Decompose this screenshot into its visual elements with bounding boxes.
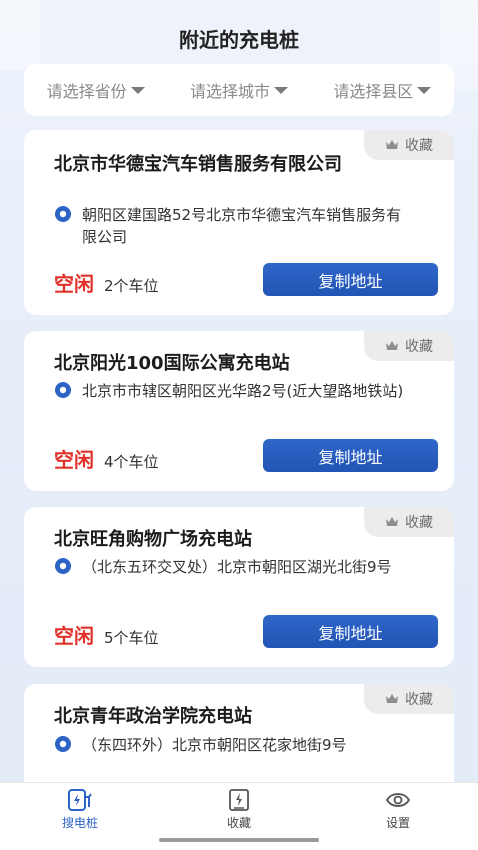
- station-name: 北京市华德宝汽车销售服务有限公司: [54, 154, 342, 175]
- availability: 空闲 2个车位: [54, 268, 159, 297]
- district-select[interactable]: 请选择县区: [333, 78, 432, 102]
- page-title: 附近的充电桩: [179, 28, 299, 52]
- province-select-label: 请选择省份: [46, 82, 127, 101]
- station-address: 北京市市辖区朝阳区光华路2号(近大望路地铁站): [82, 382, 404, 400]
- station-address-row: 朝阳区建国路52号北京市华德宝汽车销售服务有限公司: [54, 204, 414, 248]
- station-card: 收藏 北京阳光100国际公寓充电站 北京市市辖区朝阳区光华路2号(近大望路地铁站…: [24, 331, 454, 491]
- station-address: 朝阳区建国路52号北京市华德宝汽车销售服务有限公司: [82, 206, 402, 246]
- spots-count: 5个车位: [104, 629, 159, 647]
- favorite-label: 收藏: [405, 692, 433, 708]
- favorite-button[interactable]: 收藏: [364, 684, 454, 714]
- station-card: 收藏 北京旺角购物广场充电站 （北东五环交叉处）北京市朝阳区湖光北街9号 空闲 …: [24, 507, 454, 667]
- location-pin-icon: [55, 206, 71, 222]
- favorite-label: 收藏: [405, 138, 433, 154]
- availability: 空闲 5个车位: [54, 620, 159, 649]
- city-select[interactable]: 请选择城市: [190, 78, 288, 102]
- copy-address-button[interactable]: 复制地址: [263, 263, 438, 296]
- station-address-row: （东四环外）北京市朝阳区花家地街9号: [54, 734, 414, 756]
- crown-icon: [386, 341, 398, 350]
- city-select-label: 请选择城市: [189, 82, 270, 101]
- station-name: 北京青年政治学院充电站: [54, 706, 252, 727]
- spots-count: 4个车位: [104, 453, 159, 471]
- tab-label: 设置: [385, 816, 410, 830]
- favorite-label: 收藏: [405, 515, 433, 531]
- caret-down-icon: [417, 86, 432, 94]
- station-name: 北京旺角购物广场充电站: [54, 529, 252, 550]
- crown-icon: [386, 694, 398, 703]
- home-indicator: [159, 838, 319, 842]
- status-label: 空闲: [54, 448, 94, 472]
- favorite-icon: [229, 789, 249, 811]
- favorite-button[interactable]: 收藏: [364, 331, 454, 361]
- tab-search-charger[interactable]: 搜电桩: [30, 789, 130, 831]
- station-name: 北京阳光100国际公寓充电站: [54, 353, 290, 374]
- eye-icon: [385, 793, 411, 807]
- station-card: 收藏 北京市华德宝汽车销售服务有限公司 朝阳区建国路52号北京市华德宝汽车销售服…: [24, 130, 454, 315]
- copy-address-button[interactable]: 复制地址: [263, 439, 438, 472]
- charger-icon: [68, 789, 92, 811]
- crown-icon: [386, 140, 398, 149]
- location-pin-icon: [55, 558, 71, 574]
- location-pin-icon: [55, 736, 71, 752]
- tab-favorites[interactable]: 收藏: [189, 789, 289, 831]
- region-filter-bar: 请选择省份 请选择城市 请选择县区: [24, 64, 454, 116]
- province-select[interactable]: 请选择省份: [47, 78, 145, 102]
- availability: 空闲 4个车位: [54, 444, 159, 473]
- district-select-label: 请选择县区: [333, 82, 414, 101]
- crown-icon: [386, 517, 398, 526]
- tab-label: 搜电桩: [61, 816, 98, 830]
- status-label: 空闲: [54, 624, 94, 648]
- station-address: （东四环外）北京市朝阳区花家地街9号: [82, 736, 347, 754]
- caret-down-icon: [130, 86, 145, 94]
- copy-address-button[interactable]: 复制地址: [263, 615, 438, 648]
- tab-label: 收藏: [226, 816, 251, 830]
- location-pin-icon: [55, 382, 71, 398]
- favorite-label: 收藏: [405, 339, 433, 355]
- favorite-button[interactable]: 收藏: [364, 130, 454, 160]
- station-address: （北东五环交叉处）北京市朝阳区湖光北街9号: [82, 558, 392, 576]
- favorite-button[interactable]: 收藏: [364, 507, 454, 537]
- status-label: 空闲: [54, 272, 94, 296]
- tab-settings[interactable]: 设置: [348, 789, 448, 831]
- spots-count: 2个车位: [104, 277, 159, 295]
- station-address-row: 北京市市辖区朝阳区光华路2号(近大望路地铁站): [54, 380, 414, 402]
- caret-down-icon: [274, 86, 288, 94]
- station-card: 收藏 北京青年政治学院充电站 （东四环外）北京市朝阳区花家地街9号: [24, 684, 454, 782]
- station-address-row: （北东五环交叉处）北京市朝阳区湖光北街9号: [54, 556, 414, 578]
